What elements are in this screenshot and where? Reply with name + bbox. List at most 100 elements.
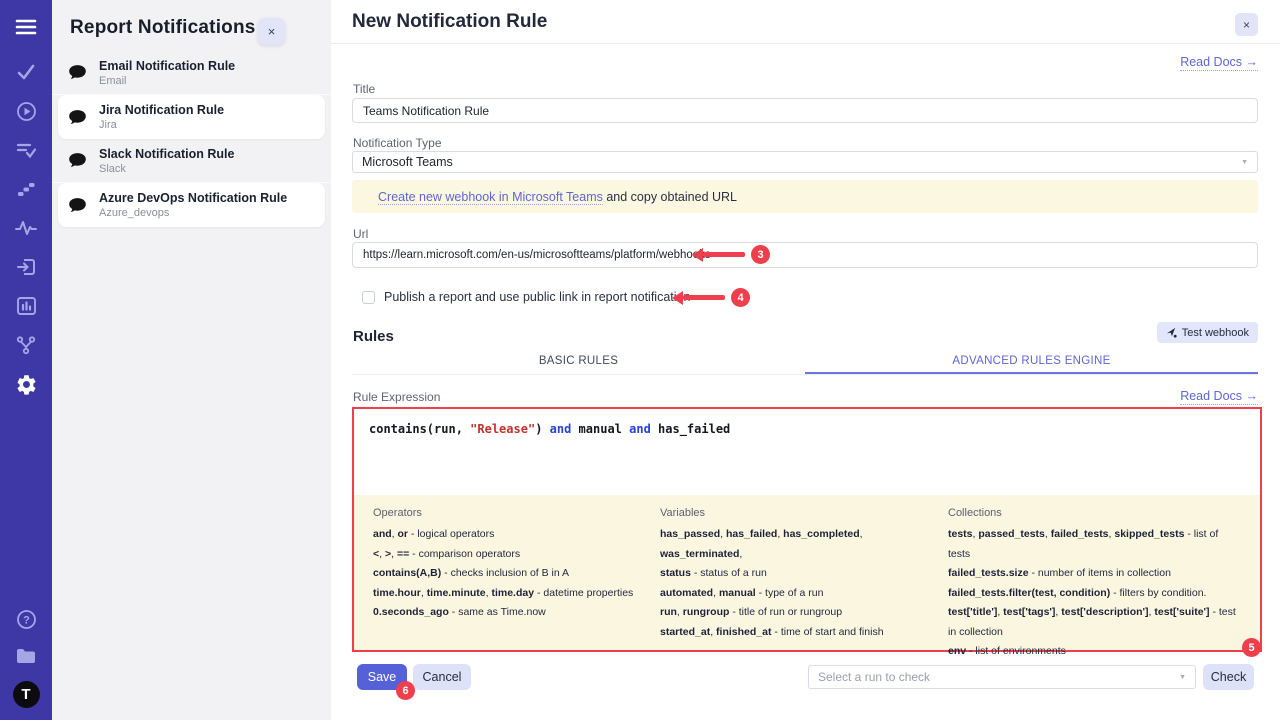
- annotation-number-6: 6: [396, 681, 415, 700]
- notification-list: Email Notification Rule Email Jira Notific…: [52, 51, 331, 227]
- expression-help: Operators and, or - logical operators<, >…: [354, 495, 1260, 650]
- help-entry: time.hour, time.minute, time.day - datet…: [373, 584, 650, 604]
- settings-gear-icon[interactable]: [14, 372, 38, 396]
- help-entry: env - list of environments: [948, 642, 1238, 662]
- dialog-header: New Notification Rule ×: [331, 0, 1280, 44]
- chat-bubble-icon: [68, 109, 90, 126]
- help-entry: run, rungroup - title of run or rungroup: [660, 603, 938, 623]
- help-entry: failed_tests.size - number of items in c…: [948, 564, 1238, 584]
- help-entry: started_at, finished_at - time of start …: [660, 623, 938, 643]
- tab-basic-rules[interactable]: BASIC RULES: [352, 351, 805, 374]
- notification-type-select[interactable]: Microsoft Teams ▼: [352, 151, 1258, 173]
- list-item[interactable]: Azure DevOps Notification RuleAzure_devo…: [58, 183, 325, 227]
- run-select[interactable]: Select a run to check ▼: [808, 665, 1196, 689]
- help-entry: test['title'], test['tags'], test['descr…: [948, 603, 1238, 642]
- chat-bubble-icon: [68, 197, 90, 214]
- read-docs-link-top[interactable]: Read Docs →: [1180, 55, 1258, 71]
- help-entry: tests, passed_tests, failed_tests, skipp…: [948, 525, 1238, 564]
- create-webhook-link[interactable]: Create new webhook in Microsoft Teams: [378, 190, 603, 205]
- steps-icon[interactable]: [14, 177, 38, 201]
- help-entry: contains(A,B) - checks inclusion of B in…: [373, 564, 650, 584]
- help-entry: has_passed, has_failed, has_completed, w…: [660, 525, 938, 564]
- publish-checkbox[interactable]: [362, 291, 375, 304]
- user-avatar[interactable]: T: [13, 681, 40, 708]
- webhook-notice-text: and copy obtained URL: [603, 190, 737, 204]
- annotation-arrow-4: 4: [672, 288, 750, 307]
- help-column-collections: Collections tests, passed_tests, failed_t…: [948, 504, 1248, 650]
- annotation-arrow-3: 3: [692, 245, 770, 264]
- help-column-title: Collections: [948, 507, 1238, 519]
- chat-bubble-icon: [68, 152, 90, 169]
- url-field-label: Url: [353, 227, 368, 241]
- annotation-number-3: 3: [751, 245, 770, 264]
- list-check-icon[interactable]: [14, 138, 38, 162]
- cancel-button[interactable]: Cancel: [413, 664, 471, 690]
- annotation-number-4: 4: [731, 288, 750, 307]
- test-webhook-button[interactable]: Test webhook: [1157, 322, 1258, 343]
- bar-chart-icon[interactable]: [14, 294, 38, 318]
- help-column-title: Operators: [373, 507, 650, 519]
- dialog-content: Read Docs → Title Notification Type Micr…: [352, 44, 1258, 720]
- arrow-tip: [692, 248, 703, 262]
- folder-icon[interactable]: [14, 644, 38, 668]
- chat-bubble-icon: [68, 64, 90, 81]
- url-input[interactable]: [352, 242, 1258, 268]
- panel-title: Report Notifications: [52, 0, 331, 51]
- arrow-shaft: [683, 295, 725, 300]
- menu-icon[interactable]: [14, 15, 38, 39]
- panel-close-button[interactable]: ×: [258, 18, 285, 45]
- app-window: ? T Report Notifications Email Notificat…: [0, 0, 1280, 720]
- run-select-placeholder: Select a run to check: [818, 670, 930, 684]
- publish-checkbox-row: Publish a report and use public link in …: [362, 290, 690, 304]
- help-entry: 0.seconds_ago - same as Time.now: [373, 603, 650, 623]
- webhook-notice: Create new webhook in Microsoft Teams an…: [352, 180, 1258, 213]
- arrow-tip: [672, 291, 683, 305]
- help-column-variables: Variables has_passed, has_failed, has_com…: [660, 504, 948, 650]
- import-icon[interactable]: [14, 255, 38, 279]
- rule-subtitle: Jira: [99, 119, 224, 131]
- chevron-down-icon: ▼: [1179, 674, 1186, 681]
- help-entry: and, or - logical operators: [373, 525, 650, 545]
- tab-advanced-rules-engine[interactable]: ADVANCED RULES ENGINE: [805, 351, 1258, 374]
- rules-tabs: BASIC RULESADVANCED RULES ENGINE: [352, 351, 1258, 375]
- play-circle-icon[interactable]: [14, 99, 38, 123]
- rule-expression-label: Rule Expression: [353, 390, 440, 404]
- notification-type-value: Microsoft Teams: [362, 155, 453, 169]
- help-entry: failed_tests.filter(test, condition) - f…: [948, 584, 1238, 604]
- check-icon[interactable]: [14, 60, 38, 84]
- chevron-down-icon: ▼: [1241, 159, 1248, 166]
- list-item[interactable]: Slack Notification RuleSlack: [52, 139, 331, 183]
- webhook-send-icon: [1166, 327, 1177, 338]
- new-notification-rule-dialog: New Notification Rule × Read Docs → Titl…: [331, 0, 1280, 720]
- rules-annotated-box: contains(run, "Release") and manual and …: [352, 407, 1262, 652]
- help-column-operators: Operators and, or - logical operators<, >…: [373, 504, 660, 650]
- notification-type-label: Notification Type: [353, 136, 442, 150]
- rule-title: Email Notification Rule: [99, 59, 235, 73]
- dialog-close-button[interactable]: ×: [1235, 13, 1258, 36]
- app-sidebar: ? T: [0, 0, 52, 720]
- rule-subtitle: Email: [99, 75, 235, 87]
- rule-subtitle: Azure_devops: [99, 207, 287, 219]
- rule-expression-code: contains(run, "Release") and manual and …: [369, 422, 1245, 436]
- help-icon[interactable]: ?: [14, 607, 38, 631]
- title-input[interactable]: [352, 98, 1258, 123]
- list-item[interactable]: Jira Notification Rule Jira: [58, 95, 325, 139]
- rule-title: Jira Notification Rule: [99, 103, 224, 117]
- help-entry: status - status of a run: [660, 564, 938, 584]
- svg-text:?: ?: [23, 614, 30, 626]
- help-entry: <, >, == - comparison operators: [373, 545, 650, 565]
- title-field-label: Title: [353, 82, 375, 96]
- branch-icon[interactable]: [14, 333, 38, 357]
- annotation-number-5: 5: [1242, 638, 1261, 657]
- list-item[interactable]: Email Notification Rule Email: [52, 51, 331, 95]
- activity-icon[interactable]: [14, 216, 38, 240]
- help-entry: automated, manual - type of a run: [660, 584, 938, 604]
- publish-checkbox-label: Publish a report and use public link in …: [384, 290, 690, 304]
- rule-subtitle: Slack: [99, 163, 234, 175]
- check-button[interactable]: Check: [1203, 664, 1254, 690]
- help-column-title: Variables: [660, 507, 938, 519]
- rule-expression-editor[interactable]: contains(run, "Release") and manual and …: [354, 409, 1260, 495]
- dialog-title: New Notification Rule: [352, 11, 547, 33]
- read-docs-link-rules[interactable]: Read Docs →: [1180, 389, 1258, 405]
- rules-heading: Rules: [353, 328, 394, 345]
